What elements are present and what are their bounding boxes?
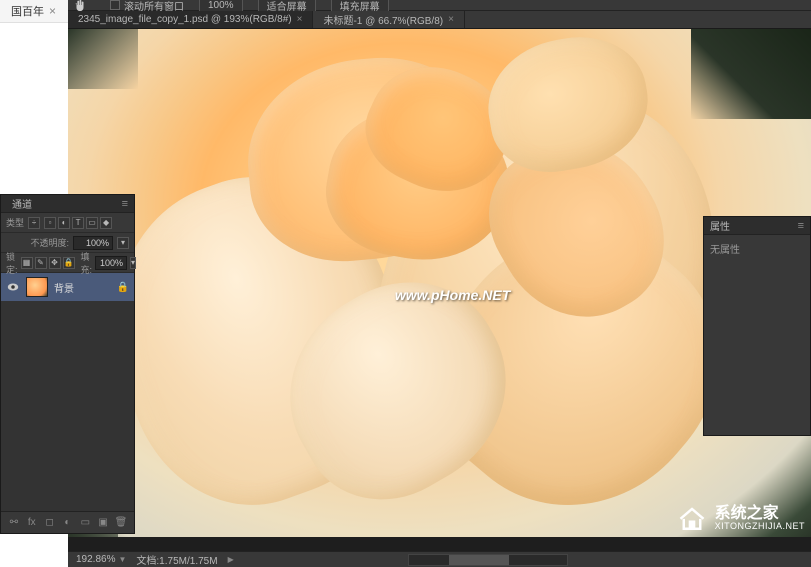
layers-empty-area [1,301,134,511]
lock-pixels-icon[interactable]: ✎ [35,257,47,269]
layer-thumbnail [26,277,48,297]
document-tab[interactable]: 2345_image_file_copy_1.psd @ 193%(RGB/8#… [68,11,313,28]
group-icon[interactable]: ▭ [78,516,92,530]
chevron-down-icon[interactable]: ▾ [130,257,136,269]
panel-menu-icon[interactable]: ≡ [798,220,804,232]
watermark-brand: 系统之家 XITONGZHIJIA.NET [675,504,805,532]
document-tab-label: 2345_image_file_copy_1.psd @ 193%(RGB/8#… [78,14,292,25]
canvas-image [68,29,811,537]
chevron-down-icon[interactable]: ▾ [117,237,129,249]
link-layers-icon[interactable]: ⚯ [7,516,21,530]
chevron-right-icon[interactable]: ▶ [228,555,234,564]
lock-position-icon[interactable]: ✥ [49,257,61,269]
delete-layer-icon[interactable]: 🗑 [114,516,128,530]
adjustment-layer-icon[interactable]: ◐ [60,516,74,530]
type-filter-label: 类型 [6,216,24,229]
filter-smart-icon[interactable]: ◆ [100,217,112,229]
layer-style-icon[interactable]: fx [25,516,39,530]
lock-all-icon[interactable]: 🔒 [63,257,75,269]
visibility-icon[interactable] [6,280,20,294]
document-tab-label: 未标题-1 @ 66.7%(RGB/8) [323,12,443,27]
watermark-center: www.pHome.NET [395,287,510,303]
document-tab[interactable]: 未标题-1 @ 66.7%(RGB/8) × [313,11,464,28]
layers-panel: 通道 ≡ 类型 ÷ ▫ ◐ T ▭ ◆ 不透明度: ▾ 锁定: ▦ ✎ ✥ 🔒 … [0,194,135,534]
filter-pixel-icon[interactable]: ▫ [44,217,56,229]
properties-panel: 属性 ≡ 无属性 [703,216,811,436]
layer-mask-icon[interactable]: ◻ [43,516,57,530]
browser-tab-label: 国百年 [11,3,44,19]
dropdown-icon[interactable]: ÷ [28,217,40,229]
properties-content: 无属性 [710,245,740,256]
filter-adjust-icon[interactable]: ◐ [58,217,70,229]
panel-menu-icon[interactable]: ≡ [122,198,128,210]
house-icon [675,504,709,532]
close-icon[interactable]: × [297,14,303,25]
filter-text-icon[interactable]: T [72,217,84,229]
close-icon[interactable]: × [448,14,454,25]
panel-tab-properties[interactable]: 属性 [710,218,730,233]
fill-input[interactable] [95,256,127,270]
status-zoom-value: 192.86% [76,554,115,565]
status-doc-info: 文档:1.75M/1.75M [136,552,217,567]
browser-tab[interactable]: 国百年 × [5,0,62,22]
watermark-brand-en: XITONGZHIJIA.NET [715,522,805,531]
chevron-down-icon: ▼ [118,555,126,564]
lock-transparent-icon[interactable]: ▦ [21,257,33,269]
scrollbar-thumb[interactable] [449,555,509,565]
layer-item[interactable]: 背景 🔒 [1,273,134,301]
canvas[interactable]: www.pHome.NET 系统之家 XITONGZHIJIA.NET 192.… [68,29,811,567]
opacity-input[interactable] [73,236,113,250]
horizontal-scrollbar[interactable] [408,554,568,566]
filter-shape-icon[interactable]: ▭ [86,217,98,229]
opacity-label: 不透明度: [30,236,69,249]
checkbox-icon [110,0,120,10]
layer-name: 背景 [54,280,111,295]
fill-label: 填充: [81,250,93,276]
new-layer-icon[interactable]: ▣ [96,516,110,530]
status-zoom[interactable]: 192.86% ▼ [76,554,126,565]
watermark-brand-cn: 系统之家 [715,506,805,522]
lock-label: 锁定: [6,250,18,276]
lock-icon: 🔒 [117,282,129,293]
panel-tab-channels[interactable]: 通道 [7,194,37,213]
close-icon[interactable]: × [49,4,56,18]
